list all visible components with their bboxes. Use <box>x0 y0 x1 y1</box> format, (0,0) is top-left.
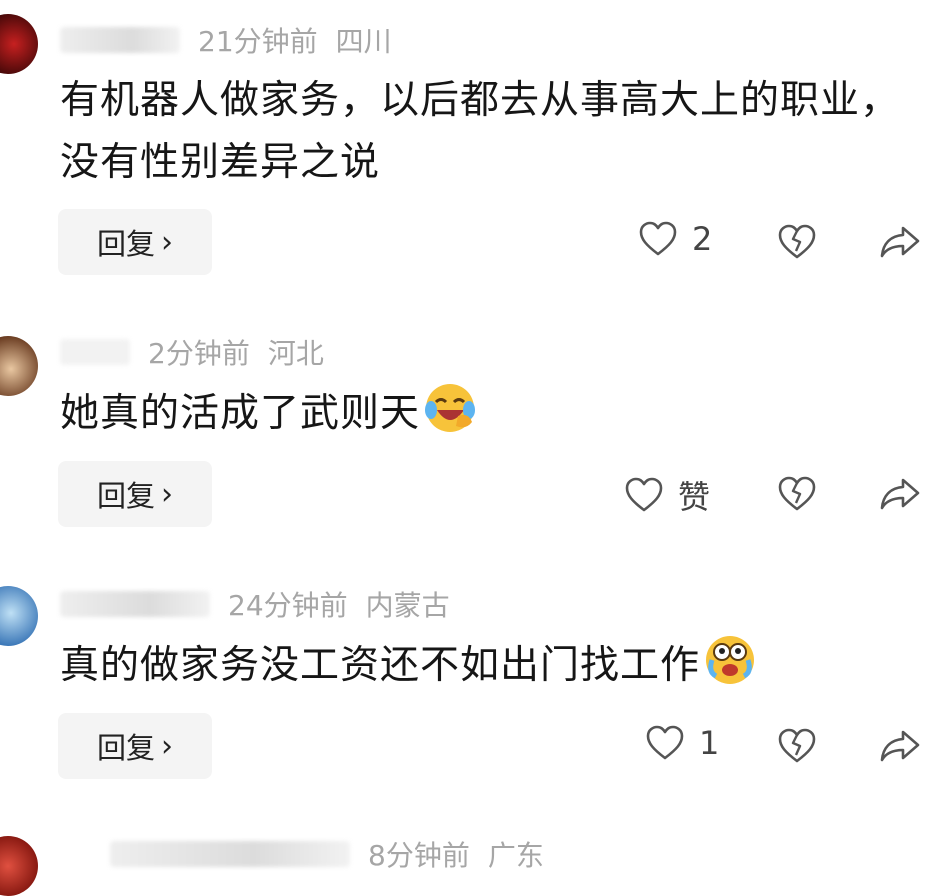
comment-text: 有机器人做家务，以后都去从事高大上的职业，没有性别差异之说 <box>60 78 901 185</box>
laughing-tears-emoji <box>422 380 478 436</box>
chevron-right-icon: › <box>161 476 173 512</box>
comment-text-content: 她真的活成了武则天 <box>60 391 421 436</box>
comment-time: 24分钟前 <box>228 589 348 622</box>
reply-button[interactable]: 回复 › <box>58 713 212 779</box>
reply-label: 回复 <box>96 479 155 513</box>
comment-location: 四川 <box>335 25 392 58</box>
username-blurred[interactable] <box>60 339 130 365</box>
crying-emoji <box>702 632 758 688</box>
heart-icon <box>645 724 685 762</box>
share-arrow-icon[interactable] <box>878 474 922 518</box>
chevron-right-icon: › <box>161 728 173 764</box>
like-button[interactable]: 1 <box>645 724 719 762</box>
like-label: 赞 <box>678 478 711 516</box>
like-button[interactable]: 赞 <box>624 472 710 518</box>
avatar[interactable] <box>0 586 38 646</box>
comment-time: 8分钟前 <box>368 839 470 872</box>
heart-icon <box>638 220 678 258</box>
comment-meta: 24分钟前 内蒙古 <box>60 584 450 624</box>
avatar[interactable] <box>0 14 38 74</box>
avatar[interactable] <box>0 336 38 396</box>
comment-meta: 8分钟前 广东 <box>110 834 544 874</box>
heart-icon <box>624 476 664 514</box>
comment-meta: 2分钟前 河北 <box>60 332 324 372</box>
like-button[interactable]: 2 <box>638 220 712 258</box>
comment-text: 她真的活成了武则天 <box>60 380 910 445</box>
comment-time: 2分钟前 <box>148 337 250 370</box>
username-blurred[interactable] <box>110 841 350 867</box>
dislike-broken-heart-icon[interactable] <box>776 222 820 266</box>
share-arrow-icon[interactable] <box>878 726 922 770</box>
username-blurred[interactable] <box>60 27 180 53</box>
reply-label: 回复 <box>96 227 155 261</box>
reply-button[interactable]: 回复 › <box>58 209 212 275</box>
comment-location: 内蒙古 <box>365 589 450 622</box>
comment-text: 真的做家务没工资还不如出门找工作 <box>60 632 910 697</box>
comment-location: 河北 <box>267 337 324 370</box>
chevron-right-icon: › <box>161 224 173 260</box>
comment-time: 21分钟前 <box>198 25 318 58</box>
share-arrow-icon[interactable] <box>878 222 922 266</box>
like-count: 1 <box>699 724 720 762</box>
reply-label: 回复 <box>96 731 155 765</box>
username-blurred[interactable] <box>60 591 210 617</box>
dislike-broken-heart-icon[interactable] <box>776 726 820 770</box>
reply-button[interactable]: 回复 › <box>58 461 212 527</box>
comment-text-content: 真的做家务没工资还不如出门找工作 <box>60 643 701 688</box>
avatar[interactable] <box>0 836 38 896</box>
comment-location: 广东 <box>487 839 544 872</box>
comment-meta: 21分钟前 四川 <box>60 20 392 60</box>
like-count: 2 <box>692 220 713 258</box>
dislike-broken-heart-icon[interactable] <box>776 474 820 518</box>
